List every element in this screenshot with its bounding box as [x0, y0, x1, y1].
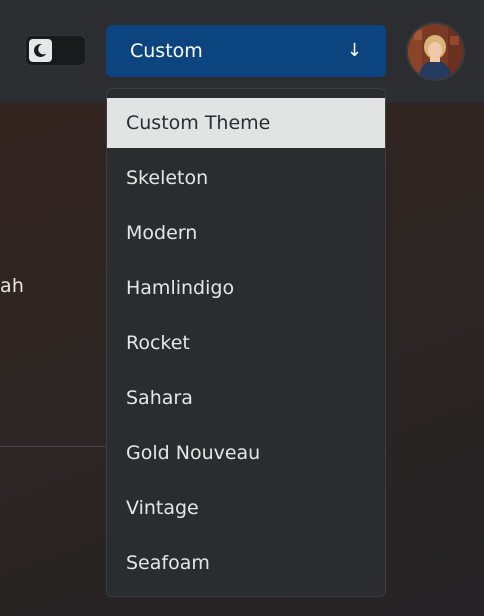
menu-item-modern[interactable]: Modern	[107, 208, 385, 258]
menu-item-skeleton[interactable]: Skeleton	[107, 153, 385, 203]
moon-icon	[34, 44, 49, 57]
menu-item-vintage[interactable]: Vintage	[107, 483, 385, 533]
menu-item-hamlindigo[interactable]: Hamlindigo	[107, 263, 385, 313]
arrow-down-icon: ↓	[346, 40, 362, 61]
background-text-fragment: ah	[0, 275, 25, 297]
theme-select-button[interactable]: Custom ↓	[106, 25, 386, 77]
theme-dropdown-menu: Custom Theme Skeleton Modern Hamlindigo …	[106, 88, 386, 597]
menu-item-sahara[interactable]: Sahara	[107, 373, 385, 423]
menu-item-seafoam[interactable]: Seafoam	[107, 538, 385, 588]
user-avatar-image	[408, 24, 463, 79]
theme-button-label: Custom	[130, 40, 203, 62]
background-divider	[0, 446, 108, 447]
dark-mode-toggle[interactable]	[25, 35, 86, 66]
avatar[interactable]	[406, 22, 465, 81]
menu-item-rocket[interactable]: Rocket	[107, 318, 385, 368]
menu-item-gold-nouveau[interactable]: Gold Nouveau	[107, 428, 385, 478]
menu-item-custom-theme[interactable]: Custom Theme	[107, 98, 385, 148]
